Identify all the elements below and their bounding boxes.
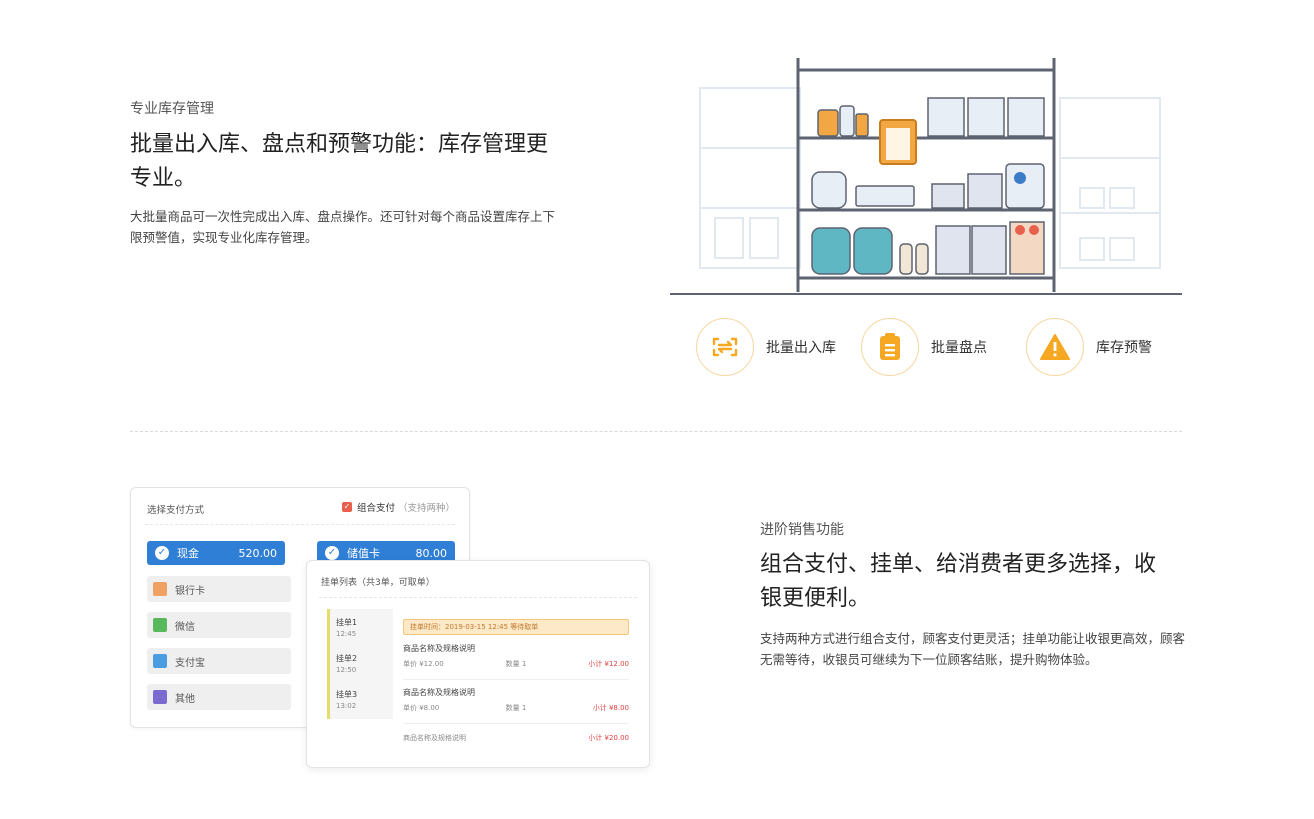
- warning-triangle-icon: [1026, 318, 1084, 376]
- payment-option-label: 支付宝: [175, 657, 205, 669]
- held-orders-card: 挂单列表（共3单，可取单） 挂单1 12:45 挂单2 12:50 挂单3 13…: [306, 560, 650, 768]
- swap-arrows-icon: [696, 318, 754, 376]
- payment-option-wechat[interactable]: 微信: [147, 612, 291, 638]
- held-order-item[interactable]: 挂单2 12:50: [336, 653, 357, 674]
- held-order-name: 挂单3: [336, 690, 358, 699]
- payment-cash-button[interactable]: ✓ 现金 520.00: [147, 541, 285, 565]
- payment-option-alipay[interactable]: 支付宝: [147, 648, 291, 674]
- held-orders-sidebar: 挂单1 12:45 挂单2 12:50 挂单3 13:02: [327, 609, 393, 719]
- check-circle-icon: ✓: [325, 546, 339, 560]
- payment-option-label: 其他: [175, 693, 195, 705]
- feature-stock-warning: 库存预警: [1026, 318, 1152, 376]
- combo-payment-toggle[interactable]: ✓ 组合支付 （支持两种）: [341, 500, 455, 514]
- held-order-time: 12:50: [336, 666, 357, 674]
- order-line-meta: 单价 ¥12.00 数量 1 小计 ¥12.00: [403, 659, 629, 669]
- held-order-time: 12:45: [336, 630, 357, 638]
- payment-card-divider: [145, 524, 455, 525]
- check-circle-icon: ✓: [155, 546, 169, 560]
- warehouse-shelf-illustration: [670, 48, 1182, 298]
- inventory-eyebrow: 专业库存管理: [130, 101, 214, 117]
- order-line-title: 商品名称及规格说明: [403, 644, 475, 653]
- order-line-qty: 数量 1: [505, 704, 527, 712]
- held-orders-title: 挂单列表（共3单，可取单）: [321, 578, 435, 588]
- alipay-icon: [153, 654, 167, 668]
- payment-option-bank-card[interactable]: 银行卡: [147, 576, 291, 602]
- inventory-title: 批量出入库、盘点和预警功能：库存管理更专业。: [130, 132, 549, 191]
- order-line-title: 商品名称及规格说明: [403, 734, 466, 742]
- sales-eyebrow: 进阶销售功能: [760, 522, 844, 538]
- order-line-meta: 商品名称及规格说明 小计 ¥20.00: [403, 733, 629, 743]
- payment-method-label: 储值卡: [347, 547, 380, 560]
- held-order-time: 13:02: [336, 702, 357, 710]
- feature-label: 批量盘点: [931, 340, 987, 356]
- payment-method-label: 现金: [177, 547, 199, 560]
- feature-batch-stock-in-out: 批量出入库: [696, 318, 836, 376]
- held-order-name: 挂单2: [336, 654, 358, 663]
- held-order-alert: 挂单时间：2019-03-15 12:45 等待取单: [403, 619, 629, 635]
- combo-payment-label: 组合支付: [356, 503, 395, 514]
- payment-option-label: 微信: [175, 621, 195, 633]
- order-line-subtotal: 小计 ¥12.00: [588, 660, 629, 668]
- payment-amount: 80.00: [415, 546, 448, 560]
- order-line-meta: 单价 ¥8.00 数量 1 小计 ¥8.00: [403, 703, 629, 713]
- checkbox-checked-icon: ✓: [341, 502, 352, 512]
- order-line-subtotal: 小计 ¥20.00: [588, 734, 629, 742]
- order-line-title: 商品名称及规格说明: [403, 688, 475, 697]
- section-divider: [130, 431, 1182, 432]
- feature-label: 批量出入库: [766, 340, 836, 356]
- held-order-item[interactable]: 挂单3 13:02: [336, 689, 357, 710]
- wechat-icon: [153, 618, 167, 632]
- bank-card-icon: [153, 582, 167, 596]
- feature-batch-stocktake: 批量盘点: [861, 318, 987, 376]
- payment-amount: 520.00: [238, 546, 278, 560]
- combo-payment-hint: （支持两种）: [397, 503, 455, 514]
- order-line-price: 单价 ¥12.00: [403, 660, 444, 668]
- payment-option-label: 银行卡: [175, 585, 205, 597]
- sales-title: 组合支付、挂单、给消费者更多选择，收银更便利。: [760, 552, 1157, 611]
- feature-label: 库存预警: [1096, 340, 1152, 356]
- held-order-item[interactable]: 挂单1 12:45: [336, 617, 357, 638]
- other-payment-icon: [153, 690, 167, 704]
- order-line-subtotal: 小计 ¥8.00: [592, 704, 629, 712]
- payment-option-other[interactable]: 其他: [147, 684, 291, 710]
- order-row-divider: [403, 679, 629, 680]
- order-card-divider: [319, 597, 637, 598]
- order-row-divider: [403, 723, 629, 724]
- inventory-description: 大批量商品可一次性完成出入库、盘点操作。还可针对每个商品设置库存上下限预警值，实…: [130, 209, 556, 245]
- clipboard-list-icon: [861, 318, 919, 376]
- held-order-name: 挂单1: [336, 618, 358, 627]
- sales-description: 支持两种方式进行组合支付，顾客支付更灵活；挂单功能让收银更高效，顾客无需等待，收…: [760, 631, 1186, 667]
- order-line-qty: 数量 1: [505, 660, 527, 668]
- payment-card-title: 选择支付方式: [147, 505, 205, 516]
- order-line-price: 单价 ¥8.00: [403, 704, 440, 712]
